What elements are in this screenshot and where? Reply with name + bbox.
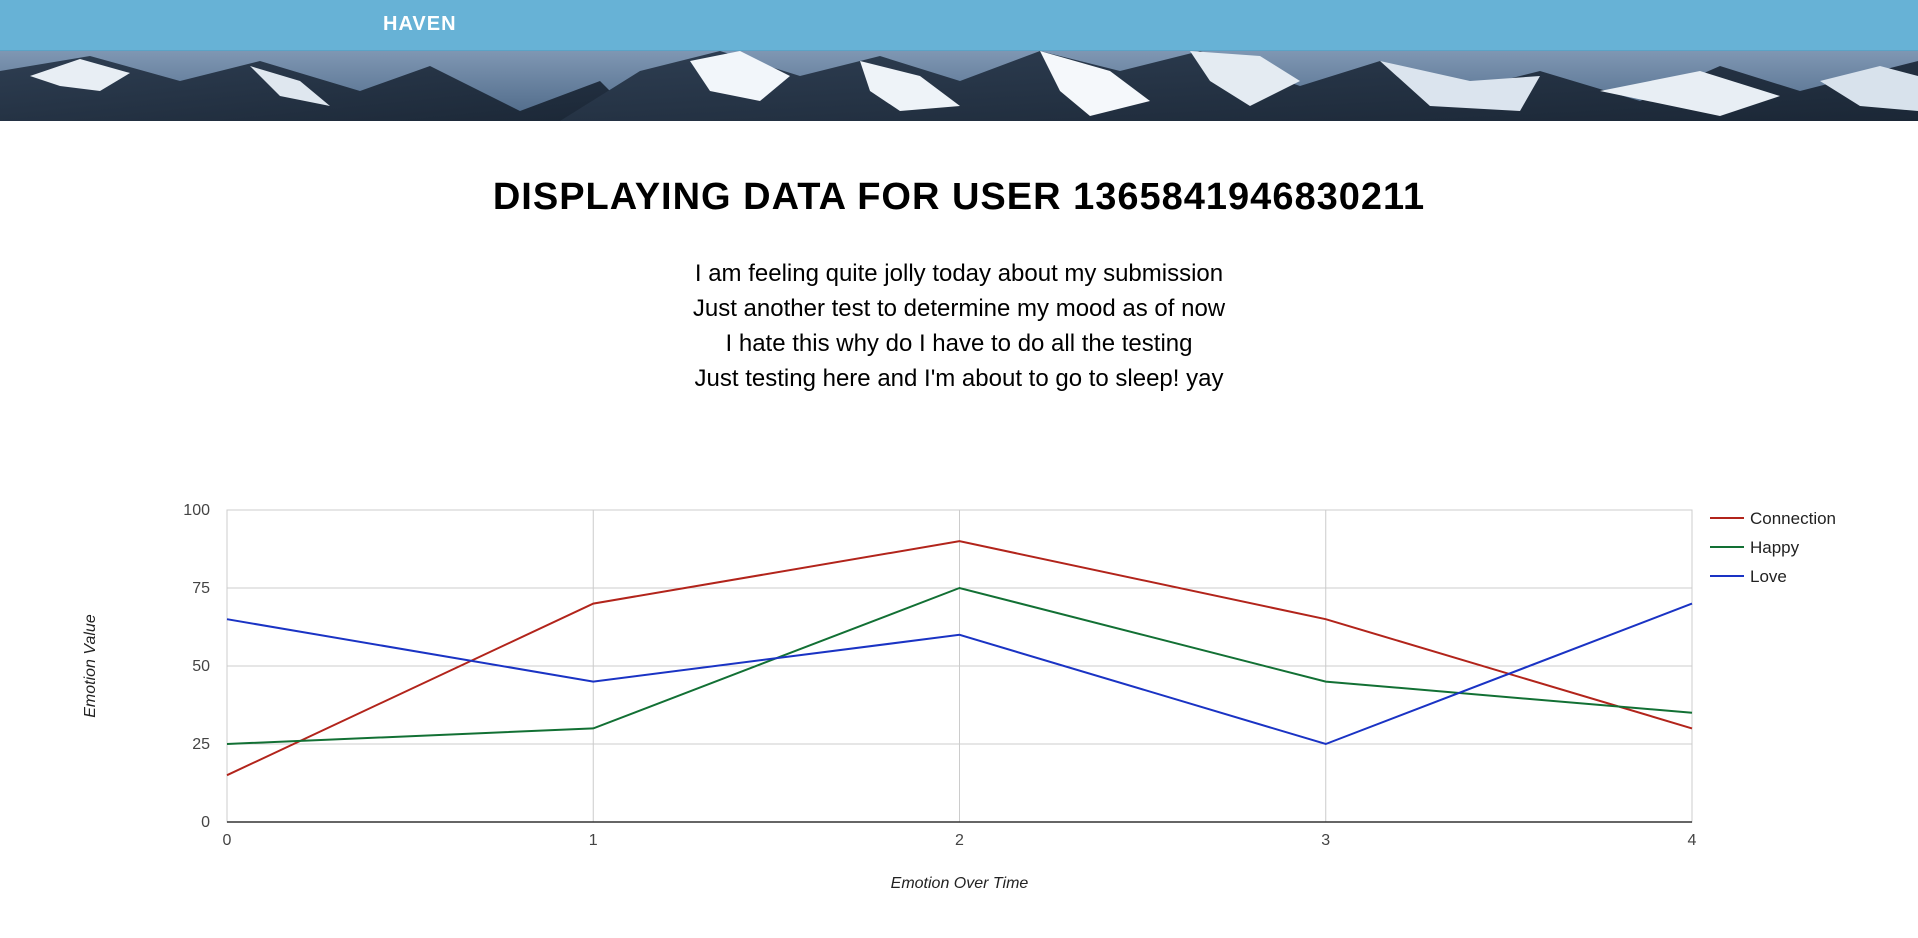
y-tick-label: 0 bbox=[201, 814, 210, 831]
x-tick-label: 0 bbox=[223, 832, 232, 849]
y-axis-title: Emotion Value bbox=[82, 614, 99, 718]
y-tick-label: 50 bbox=[192, 658, 210, 675]
legend-label: Connection bbox=[1750, 509, 1836, 528]
y-tick-label: 25 bbox=[192, 736, 210, 753]
y-tick-label: 75 bbox=[192, 580, 210, 597]
x-tick-label: 4 bbox=[1688, 832, 1697, 849]
mountain-banner bbox=[0, 51, 1918, 121]
y-tick-label: 100 bbox=[183, 502, 210, 519]
mountain-banner-image bbox=[0, 51, 1918, 121]
top-navbar: HAVEN bbox=[0, 0, 1918, 51]
entry-list: I am feeling quite jolly today about my … bbox=[0, 256, 1918, 396]
entry-item: Just testing here and I'm about to go to… bbox=[694, 365, 1224, 392]
page-title: DISPLAYING DATA FOR USER 136584194683021… bbox=[492, 176, 1426, 218]
legend-label: Love bbox=[1750, 567, 1787, 586]
x-tick-label: 2 bbox=[955, 832, 964, 849]
emotion-chart: 0 25 50 75 100 0 1 2 3 4 Emotion Over Time Emotion … bbox=[0, 480, 1918, 920]
entry-item: I hate this why do I have to do all the … bbox=[725, 330, 1193, 357]
x-tick-label: 1 bbox=[589, 832, 598, 849]
brand-link[interactable]: HAVEN bbox=[383, 13, 457, 36]
x-axis-title: Emotion Over Time bbox=[891, 875, 1029, 892]
entry-item: I am feeling quite jolly today about my … bbox=[694, 260, 1224, 287]
entry-item: Just another test to determine my mood a… bbox=[692, 295, 1226, 322]
legend-label: Happy bbox=[1750, 538, 1800, 557]
x-tick-label: 3 bbox=[1321, 832, 1330, 849]
emotion-chart-svg: 0 25 50 75 100 0 1 2 3 4 Emotion Over Time Emotion … bbox=[82, 502, 1836, 892]
